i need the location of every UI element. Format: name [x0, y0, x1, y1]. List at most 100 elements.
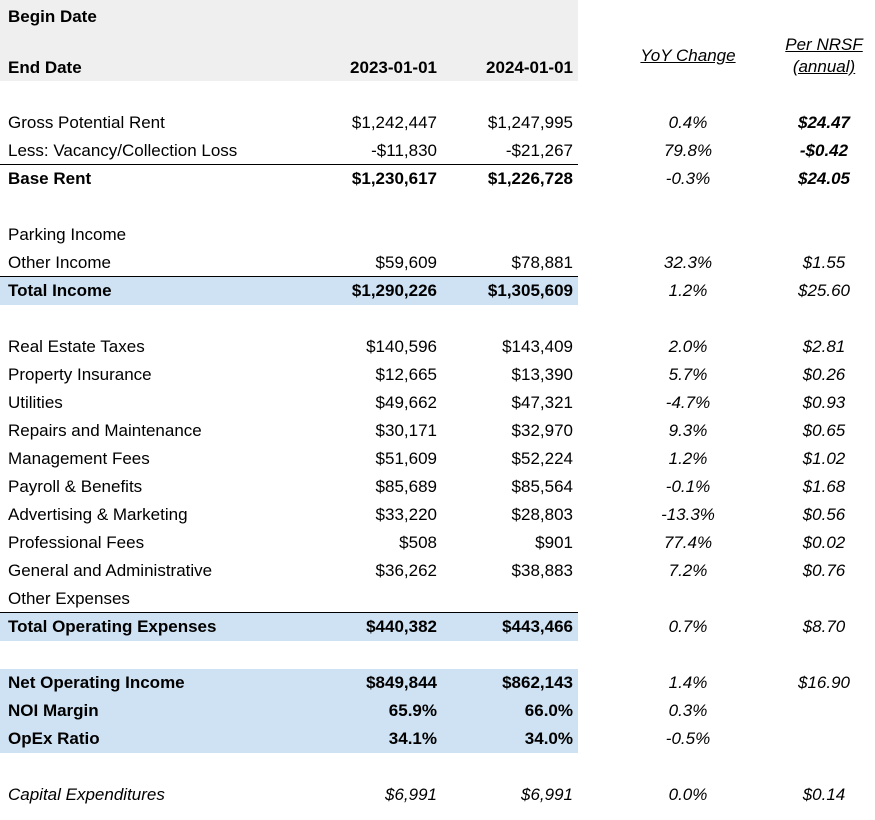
- column-date-2023: 2023-01-01: [350, 58, 437, 77]
- value-2023: $1,230,617: [351, 169, 437, 188]
- per-nrsf: $0.26: [802, 365, 846, 384]
- row-payroll-benefits: Payroll & Benefits $85,689 $85,564 -0.1%…: [0, 473, 875, 501]
- value-2024: 34.0%: [524, 729, 573, 748]
- row-label: General and Administrative: [8, 561, 213, 580]
- per-nrsf: $2.81: [802, 337, 846, 356]
- value-2024: -$21,267: [505, 141, 573, 160]
- value-2024: $78,881: [511, 253, 573, 272]
- row-label: Payroll & Benefits: [8, 477, 143, 496]
- begin-date-label: Begin Date: [8, 7, 97, 26]
- yoy-change: -4.7%: [665, 393, 711, 412]
- row-label: Other Income: [8, 253, 111, 272]
- per-nrsf: $8.70: [802, 617, 846, 636]
- value-2024: $32,970: [511, 421, 573, 440]
- per-nrsf: $1.68: [802, 477, 846, 496]
- yoy-change: 9.3%: [668, 421, 708, 440]
- yoy-change: 1.4%: [668, 673, 708, 692]
- per-nrsf: $0.65: [802, 421, 846, 440]
- row-label: Repairs and Maintenance: [8, 421, 202, 440]
- yoy-change: -0.1%: [665, 477, 711, 496]
- value-2023: $508: [399, 533, 437, 552]
- row-label: Real Estate Taxes: [8, 337, 145, 356]
- per-nrsf: $16.90: [798, 673, 850, 692]
- value-2024: $1,247,995: [487, 113, 573, 132]
- row-management-fees: Management Fees $51,609 $52,224 1.2% $1.…: [0, 445, 875, 473]
- yoy-change: 77.4%: [663, 533, 713, 552]
- per-nrsf: $0.14: [802, 785, 846, 804]
- per-nrsf: $0.93: [802, 393, 846, 412]
- value-2024: $28,803: [511, 505, 573, 524]
- value-2024: $1,305,609: [487, 281, 573, 300]
- row-label: Gross Potential Rent: [8, 113, 165, 132]
- value-2023: 34.1%: [388, 729, 437, 748]
- yoy-change: 1.2%: [668, 449, 708, 468]
- value-2024: $13,390: [511, 365, 573, 384]
- row-label: Capital Expenditures: [8, 785, 165, 804]
- value-2023: $30,171: [375, 421, 437, 440]
- row-parking-income: Parking Income: [0, 221, 875, 249]
- row-property-insurance: Property Insurance $12,665 $13,390 5.7% …: [0, 361, 875, 389]
- row-utilities: Utilities $49,662 $47,321 -4.7% $0.93: [0, 389, 875, 417]
- row-label: Total Operating Expenses: [8, 617, 217, 636]
- value-2023: $36,262: [375, 561, 437, 580]
- yoy-change: 32.3%: [663, 253, 713, 272]
- yoy-change: 0.0%: [668, 785, 708, 804]
- per-nrsf: $0.56: [802, 505, 846, 524]
- row-capital-expenditures: Capital Expenditures $6,991 $6,991 0.0% …: [0, 781, 875, 809]
- value-2023: $51,609: [375, 449, 437, 468]
- row-label: Management Fees: [8, 449, 150, 468]
- per-nrsf: $24.05: [798, 169, 850, 188]
- per-nrsf-header: Per NRSF: [785, 35, 863, 54]
- value-2023: -$11,830: [371, 141, 437, 160]
- row-label: Net Operating Income: [8, 673, 185, 692]
- value-2024: $443,466: [502, 617, 573, 636]
- row-professional-fees: Professional Fees $508 $901 77.4% $0.02: [0, 529, 875, 557]
- per-nrsf: $24.47: [798, 113, 850, 132]
- value-2023: $140,596: [366, 337, 437, 356]
- value-2023: $59,609: [375, 253, 437, 272]
- row-gross-potential-rent: Gross Potential Rent $1,242,447 $1,247,9…: [0, 109, 875, 137]
- row-vacancy-loss: Less: Vacancy/Collection Loss -$11,830 -…: [0, 137, 875, 165]
- value-2023: $1,290,226: [351, 281, 437, 300]
- value-2023: 65.9%: [388, 701, 437, 720]
- row-total-income: Total Income $1,290,226 $1,305,609 1.2% …: [0, 277, 875, 305]
- value-2023: $49,662: [375, 393, 437, 412]
- value-2024: $85,564: [511, 477, 573, 496]
- yoy-change: 0.3%: [668, 701, 708, 720]
- yoy-change: 7.2%: [668, 561, 708, 580]
- row-label: Advertising & Marketing: [8, 505, 188, 524]
- row-label: Utilities: [8, 393, 63, 412]
- yoy-change-header: YoY Change: [640, 46, 736, 65]
- row-base-rent: Base Rent $1,230,617 $1,226,728 -0.3% $2…: [0, 165, 875, 193]
- row-label: Parking Income: [8, 225, 127, 244]
- value-2024: $38,883: [511, 561, 573, 580]
- value-2024: $6,991: [521, 785, 573, 804]
- value-2024: 66.0%: [524, 701, 573, 720]
- row-other-income: Other Income $59,609 $78,881 32.3% $1.55: [0, 249, 875, 277]
- row-repairs-maintenance: Repairs and Maintenance $30,171 $32,970 …: [0, 417, 875, 445]
- row-label: NOI Margin: [8, 701, 99, 720]
- yoy-change: -13.3%: [661, 505, 715, 524]
- row-other-expenses: Other Expenses: [0, 585, 875, 613]
- yoy-change: 79.8%: [663, 141, 713, 160]
- yoy-change: 0.4%: [668, 113, 708, 132]
- row-label: Base Rent: [8, 169, 92, 188]
- value-2023: $440,382: [366, 617, 437, 636]
- row-advertising-marketing: Advertising & Marketing $33,220 $28,803 …: [0, 501, 875, 529]
- per-nrsf: $25.60: [798, 281, 850, 300]
- per-nrsf: $0.76: [802, 561, 846, 580]
- value-2024: $52,224: [511, 449, 573, 468]
- value-2024: $862,143: [502, 673, 573, 692]
- yoy-change: -0.5%: [665, 729, 711, 748]
- value-2024: $1,226,728: [487, 169, 573, 188]
- end-date-label: End Date: [8, 58, 82, 77]
- row-total-operating-expenses: Total Operating Expenses $440,382 $443,4…: [0, 613, 875, 641]
- row-label: Professional Fees: [8, 533, 145, 552]
- row-label: Less: Vacancy/Collection Loss: [8, 141, 238, 160]
- value-2024: $901: [535, 533, 573, 552]
- value-2023: $1,242,447: [351, 113, 437, 132]
- value-2024: $47,321: [511, 393, 573, 412]
- row-label: OpEx Ratio: [8, 729, 100, 748]
- row-general-administrative: General and Administrative $36,262 $38,8…: [0, 557, 875, 585]
- row-opex-ratio: OpEx Ratio 34.1% 34.0% -0.5%: [0, 725, 875, 753]
